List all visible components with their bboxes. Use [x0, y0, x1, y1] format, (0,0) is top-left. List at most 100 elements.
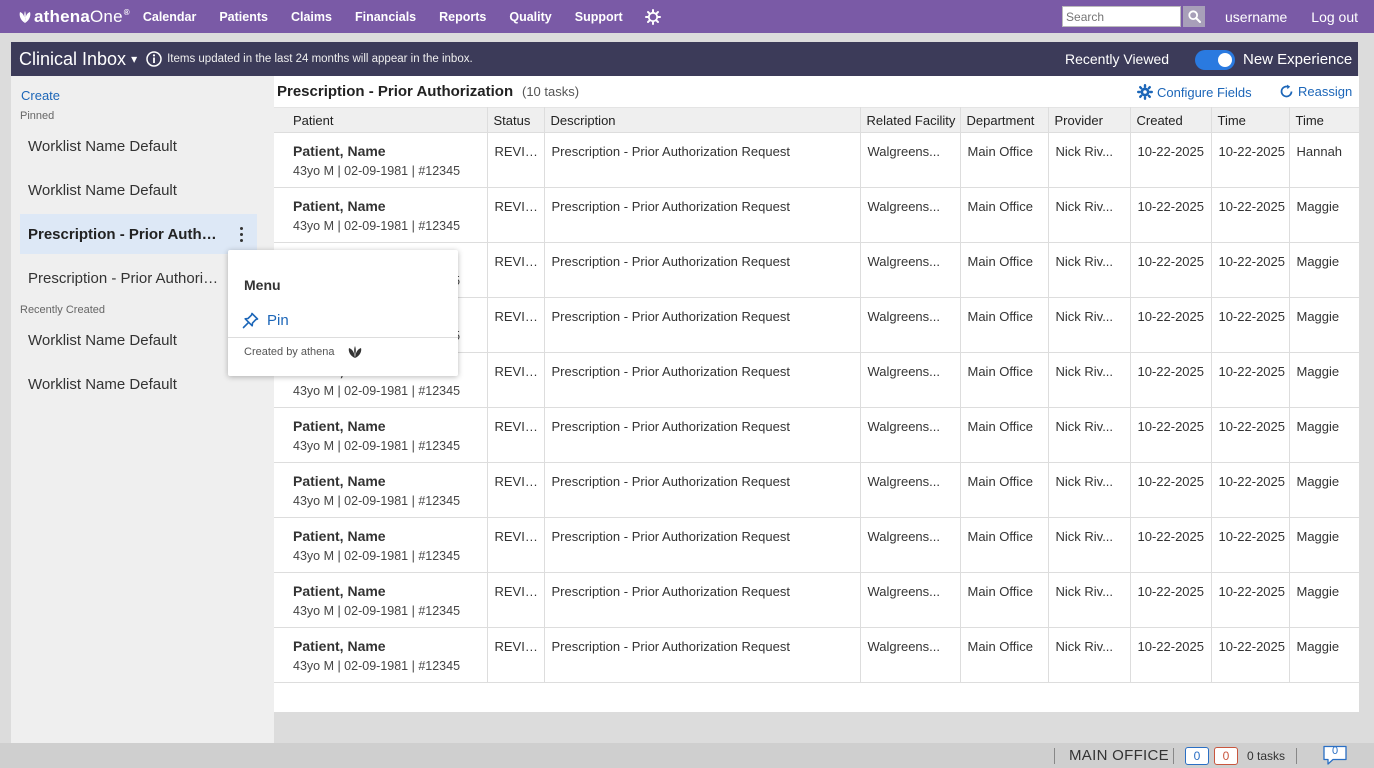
kebab-menu-icon[interactable] — [233, 224, 249, 244]
patient-cell[interactable]: Patient, Name 43yo M | 02-09-1981 | #1234… — [274, 187, 488, 243]
related-facility-cell: Walgreens... — [859, 407, 961, 463]
office-name[interactable]: MAIN OFFICE — [1069, 747, 1169, 764]
patient-demographics: 43yo M | 02-09-1981 | #12345 — [293, 549, 461, 563]
table-row[interactable]: Patient, Name 43yo M | 02-09-1981 | #1234… — [274, 132, 1360, 188]
time-2-cell: Hannah — [1288, 132, 1360, 188]
athena-logo[interactable]: athena One ® — [18, 7, 130, 27]
sidebar-item-worklist[interactable]: Worklist Name Default — [20, 320, 257, 360]
patient-name[interactable]: Patient, Name — [293, 143, 486, 159]
patient-cell[interactable]: Patient, Name 43yo M | 02-09-1981 | #1234… — [274, 132, 488, 188]
nav-reports[interactable]: Reports — [439, 10, 486, 24]
nav-patients[interactable]: Patients — [219, 10, 268, 24]
col-header-provider[interactable]: Provider — [1047, 107, 1131, 133]
sidebar-item-label: Worklist Name Default — [28, 137, 177, 155]
gear-icon[interactable] — [644, 8, 661, 25]
recently-created-section-label: Recently Created — [20, 304, 105, 316]
search-icon — [1187, 10, 1201, 23]
search-input[interactable] — [1062, 6, 1182, 27]
tasks-table-body: Patient, Name 43yo M | 02-09-1981 | #1234… — [274, 132, 1360, 683]
col-header-created[interactable]: Created — [1129, 107, 1212, 133]
table-row[interactable]: Patient, Name 43yo M | 02-09-1981 | #1234… — [274, 572, 1360, 628]
logout-link[interactable]: Log out — [1311, 9, 1358, 25]
patient-cell[interactable]: Patient, Name 43yo M | 02-09-1981 | #1234… — [274, 517, 488, 573]
table-row[interactable]: Patient, Name 43yo M | 02-09-1981 | #1234… — [274, 627, 1360, 683]
inbox-title-dropdown[interactable]: Clinical Inbox ▾ — [19, 49, 137, 70]
tasks-count[interactable]: 0 tasks — [1247, 749, 1285, 763]
menu-divider — [228, 337, 458, 338]
patient-name[interactable]: Patient, Name — [293, 473, 486, 489]
create-link[interactable]: Create — [21, 88, 60, 103]
status-badge-red[interactable]: 0 — [1214, 747, 1238, 765]
related-facility-cell: Walgreens... — [859, 132, 961, 188]
status-cell: REVIEW — [486, 462, 545, 518]
nav-support[interactable]: Support — [575, 10, 623, 24]
nav-quality[interactable]: Quality — [509, 10, 551, 24]
provider-cell: Nick Riv... — [1047, 297, 1131, 353]
sidebar-item-worklist[interactable]: Worklist Name Default — [20, 170, 257, 210]
patient-cell[interactable]: Patient, Name 43yo M | 02-09-1981 | #1234… — [274, 572, 488, 628]
time-2-cell: Maggie — [1288, 517, 1360, 573]
table-row[interactable]: Patient, Name 43yo M | 02-09-1981 | #1234… — [274, 517, 1360, 573]
sidebar-item-prior-auth-active[interactable]: Prescription - Prior Authorization — [20, 214, 257, 254]
col-header-status[interactable]: Status — [486, 107, 545, 133]
provider-cell: Nick Riv... — [1047, 462, 1131, 518]
divider — [1173, 748, 1174, 764]
provider-cell: Nick Riv... — [1047, 242, 1131, 298]
patient-cell[interactable]: Patient, Name 43yo M | 02-09-1981 | #1234… — [274, 462, 488, 518]
col-header-department[interactable]: Department — [959, 107, 1049, 133]
status-cell: REVIEW — [486, 352, 545, 408]
status-badge-blue[interactable]: 0 — [1185, 747, 1209, 765]
col-header-time[interactable]: Time — [1210, 107, 1290, 133]
provider-cell: Nick Riv... — [1047, 132, 1131, 188]
description-cell: Prescription - Prior Authorization Reque… — [543, 627, 861, 683]
username-link[interactable]: username — [1225, 9, 1287, 25]
configure-fields-button[interactable]: Configure Fields — [1137, 84, 1252, 100]
created-cell: 10-22-2025 — [1129, 407, 1212, 463]
reassign-button[interactable]: Reassign — [1279, 84, 1352, 99]
related-facility-cell: Walgreens... — [859, 627, 961, 683]
table-row[interactable]: Patient, Name 43yo M | 02-09-1981 | #1234… — [274, 462, 1360, 518]
col-header-time-2[interactable]: Time — [1288, 107, 1360, 133]
nav-claims[interactable]: Claims — [291, 10, 332, 24]
col-header-description[interactable]: Description — [543, 107, 861, 133]
pin-icon — [242, 312, 259, 329]
chat-count: 0 — [1331, 745, 1339, 757]
search-button[interactable] — [1183, 6, 1206, 27]
logo-text-one: One — [90, 6, 123, 26]
patient-cell[interactable]: Patient, Name 43yo M | 02-09-1981 | #1234… — [274, 627, 488, 683]
table-row[interactable]: Patient, Name 43yo M | 02-09-1981 | #1234… — [274, 187, 1360, 243]
col-header-related-facility[interactable]: Related Facility — [859, 107, 961, 133]
patient-demographics: 43yo M | 02-09-1981 | #12345 — [293, 659, 461, 673]
nav-financials[interactable]: Financials — [355, 10, 416, 24]
refresh-icon — [1280, 84, 1293, 98]
patient-cell[interactable]: Patient, Name 43yo M | 02-09-1981 | #1234… — [274, 407, 488, 463]
patient-name[interactable]: Patient, Name — [293, 583, 486, 599]
new-experience-toggle[interactable] — [1195, 50, 1235, 70]
time-2-cell: Maggie — [1288, 242, 1360, 298]
patient-name[interactable]: Patient, Name — [293, 198, 486, 214]
sidebar-item-worklist[interactable]: Worklist Name Default — [20, 364, 257, 404]
patient-name[interactable]: Patient, Name — [293, 638, 486, 654]
col-header-patient[interactable]: Patient — [274, 107, 488, 133]
patient-name[interactable]: Patient, Name — [293, 418, 486, 434]
created-cell: 10-22-2025 — [1129, 517, 1212, 573]
time-cell: 10-22-2025 — [1210, 407, 1290, 463]
department-cell: Main Office — [959, 627, 1049, 683]
inbox-title: Clinical Inbox — [19, 48, 127, 69]
pin-menu-item[interactable]: Pin — [242, 312, 289, 329]
description-cell: Prescription - Prior Authorization Reque… — [543, 352, 861, 408]
patient-name[interactable]: Patient, Name — [293, 528, 486, 544]
time-2-cell: Maggie — [1288, 462, 1360, 518]
table-row[interactable]: Patient, Name 43yo M | 02-09-1981 | #1234… — [274, 407, 1360, 463]
description-cell: Prescription - Prior Authorization Reque… — [543, 187, 861, 243]
sidebar-item-prior-auth[interactable]: Prescription - Prior Authorization — [20, 258, 257, 298]
time-cell: 10-22-2025 — [1210, 517, 1290, 573]
created-cell: 10-22-2025 — [1129, 132, 1212, 188]
sidebar-item-worklist[interactable]: Worklist Name Default — [20, 126, 257, 166]
top-nav: athena One ® Calendar Patients Claims Fina… — [0, 0, 1374, 33]
nav-calendar[interactable]: Calendar — [143, 10, 197, 24]
recently-viewed-link[interactable]: Recently Viewed — [1065, 51, 1169, 67]
worklist-main-panel: Prescription - Prior Authorization (10 t… — [274, 76, 1360, 712]
created-cell: 10-22-2025 — [1129, 462, 1212, 518]
provider-cell: Nick Riv... — [1047, 627, 1131, 683]
